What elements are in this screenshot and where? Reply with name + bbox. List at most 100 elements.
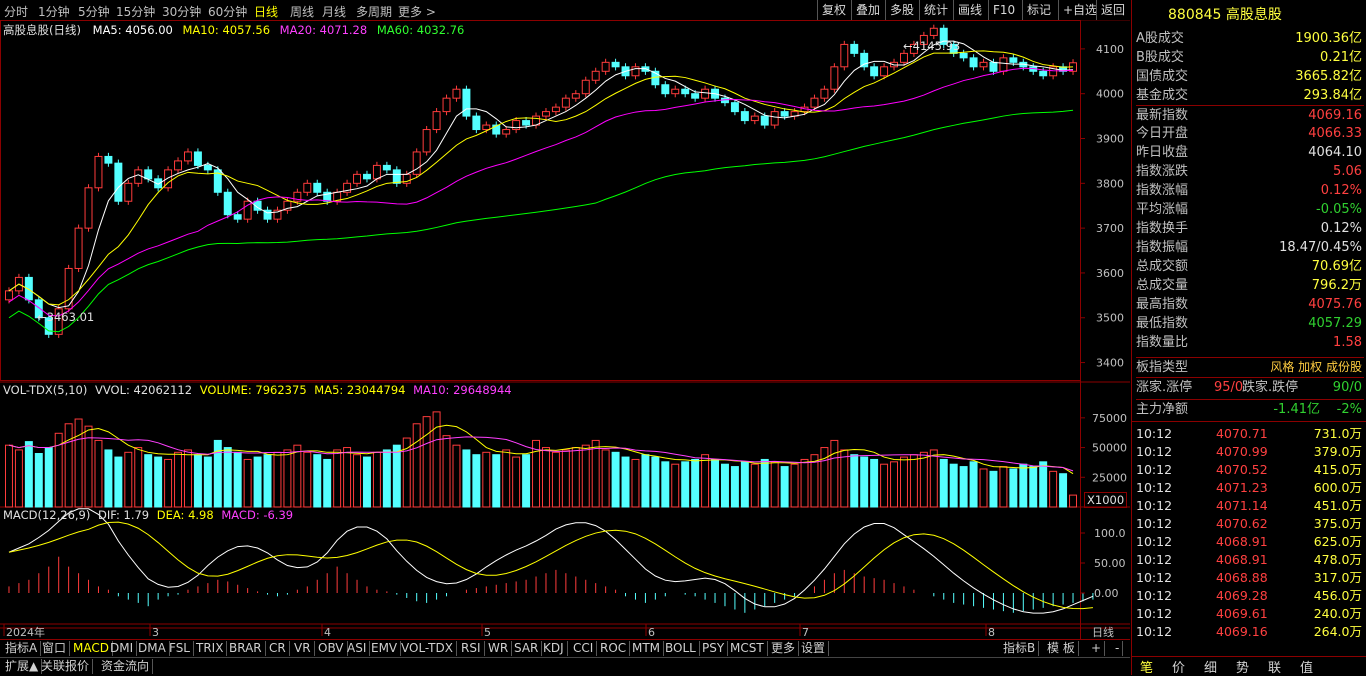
quote-row: 基金成交 293.84亿 [1136, 86, 1364, 105]
quote-row: 最高指数 4075.76 [1136, 295, 1364, 314]
indicator-tab-12[interactable]: EMV [368, 641, 402, 656]
indicator-tab-13[interactable]: VOL-TDX [398, 641, 457, 656]
indicator-tab-10[interactable]: OBV [315, 641, 348, 656]
quote-row-value: 1.58 [1333, 335, 1362, 350]
volume-bar [641, 454, 650, 508]
indicator-tab-5[interactable]: FSL [166, 641, 194, 656]
toolbar-button-4[interactable]: 画线 [953, 0, 986, 20]
period-tab-2[interactable]: 5分钟 [78, 3, 110, 20]
candle [422, 125, 431, 156]
indicator-tab-right-3[interactable]: - [1112, 641, 1124, 656]
quote-row-value: 4066.33 [1308, 126, 1362, 141]
candle [432, 108, 441, 134]
toolbar-button-8[interactable]: 返回 [1096, 0, 1129, 20]
detail-button-0[interactable]: 笔 [1140, 657, 1153, 676]
indicator-tab-right-0[interactable]: 指标B [1000, 641, 1040, 656]
period-tab-5[interactable]: 60分钟 [208, 3, 247, 20]
indicator-tab-25[interactable]: 设置 [798, 641, 830, 656]
quote-row: B股成交 0.21亿 [1136, 48, 1364, 67]
indicator-tab-14[interactable]: RSI [458, 641, 485, 656]
indicator-tab-right-1[interactable]: 模 板 [1044, 641, 1079, 656]
x-axis-label-5: 7 [802, 626, 809, 639]
volume-bar [273, 451, 282, 508]
period-toolbar: 分时 1分钟 5分钟 15分钟 30分钟 60分钟 日线 周线 月线 多周期 更多 > 复权 叠加 多股统… [0, 0, 1130, 21]
kline-chart[interactable]: 4100 4000 3900 3800 3700 3600 3500 3400 75000 500… [0, 20, 1130, 656]
volume-bar [551, 451, 560, 508]
bottom-tab-2[interactable]: 资金流向 [98, 659, 154, 674]
period-tab-6[interactable]: 日线 [254, 3, 278, 20]
ma60-line [8, 109, 1074, 333]
quote-row-value: 4069.16 [1308, 108, 1362, 123]
indicator-tab-7[interactable]: BRAR [226, 641, 266, 656]
volume-bar [899, 456, 908, 508]
volume-unit: X1000 [1084, 492, 1128, 508]
indicator-tab-17[interactable]: KDJ [540, 641, 568, 656]
detail-button-5[interactable]: 值 [1300, 657, 1313, 676]
toolbar-button-2[interactable]: 多股 [885, 0, 918, 20]
quote-row: 最低指数 4057.29 [1136, 314, 1364, 333]
dif-label: DIF: 1.79 [98, 508, 150, 522]
candle [74, 224, 83, 273]
indicator-tab-20[interactable]: MTM [629, 641, 665, 656]
period-tab-10[interactable]: 更多 > [398, 3, 436, 20]
period-tab-4[interactable]: 30分钟 [162, 3, 201, 20]
x-axis-label-0: 2024年 [6, 625, 45, 639]
volume-label: VOLUME: 7962375 [199, 383, 307, 397]
indicator-tab-8[interactable]: CR [266, 641, 290, 656]
indicator-tab-22[interactable]: PSY [699, 641, 729, 656]
volume-bar [512, 456, 521, 508]
period-tab-3[interactable]: 15分钟 [116, 3, 155, 20]
toolbar-button-7[interactable]: +自选 [1058, 0, 1101, 20]
volume-tick-1: 50000 [1092, 442, 1127, 455]
indicator-tab-0[interactable]: 指标A [2, 641, 42, 656]
tick-list: 10:12 4070.71 731.0万 10:12 4070.99 379.0万 10:1… [1132, 421, 1366, 639]
detail-button-1[interactable]: 价 [1172, 657, 1185, 676]
indicator-tab-18[interactable]: CCI [570, 641, 598, 656]
up-count-label: 涨家.涨停 [1136, 380, 1193, 395]
high-price-value: 4145.93 [912, 39, 961, 53]
period-tab-0[interactable]: 分时 [4, 3, 28, 20]
toolbar-button-3[interactable]: 统计 [919, 0, 952, 20]
indicator-tab-19[interactable]: ROC [597, 641, 631, 656]
period-tab-8[interactable]: 月线 [322, 3, 346, 20]
indicator-tab-1[interactable]: 窗口 [39, 641, 71, 656]
detail-button-4[interactable]: 联 [1268, 657, 1281, 676]
indicator-tab-6[interactable]: TRIX [193, 641, 228, 656]
indicator-tab-bar: 指标A 窗口 MACD DMI DMA FSL TRIX BRAR CR VR OBV ASI EMV V… [0, 639, 1130, 657]
candle [979, 58, 988, 71]
toolbar-button-0[interactable]: 复权 [817, 0, 850, 20]
bottom-tab-1[interactable]: 关联报价 [38, 659, 94, 674]
bottom-tab-0[interactable]: 扩展▲ [2, 659, 43, 674]
indicator-tab-11[interactable]: ASI [344, 641, 371, 656]
tick-volume: 415.0万 [1313, 462, 1362, 477]
period-tab-9[interactable]: 多周期 [356, 3, 392, 20]
period-tab-7[interactable]: 周线 [290, 3, 314, 20]
indicator-tab-23[interactable]: MCST [727, 641, 768, 656]
period-tab-1[interactable]: 1分钟 [38, 3, 70, 20]
candle [124, 179, 133, 205]
indicator-tab-16[interactable]: SAR [511, 641, 543, 656]
indicator-tab-15[interactable]: WR [485, 641, 513, 656]
volume-bar [44, 447, 53, 508]
indicator-tab-4[interactable]: DMA [135, 641, 170, 656]
indicator-tab-21[interactable]: BOLL [662, 641, 700, 656]
x-axis-label-6: 8 [988, 626, 995, 639]
candle [412, 148, 421, 178]
tick-volume: 451.0万 [1313, 498, 1362, 513]
tick-price: 4070.62 [1216, 516, 1268, 531]
detail-button-2[interactable]: 细 [1204, 657, 1217, 676]
detail-button-3[interactable]: 势 [1236, 657, 1249, 676]
volume-bar [571, 447, 580, 508]
indicator-tab-3[interactable]: DMI [107, 641, 138, 656]
tick-time: 10:12 [1136, 552, 1173, 567]
indicator-tab-24[interactable]: 更多 [768, 641, 800, 656]
toolbar-button-5[interactable]: F10 [988, 0, 1019, 20]
volume-bar [104, 449, 113, 508]
indicator-tab-9[interactable]: VR [291, 641, 315, 656]
toolbar-button-1[interactable]: 叠加 [851, 0, 884, 20]
volume-bar [94, 439, 103, 508]
volume-bar [601, 449, 610, 508]
indicator-tab-right-2[interactable]: + [1088, 641, 1106, 656]
quote-header: 880845 高股息股 [1168, 4, 1282, 24]
toolbar-button-6[interactable]: 标记 [1022, 0, 1055, 20]
